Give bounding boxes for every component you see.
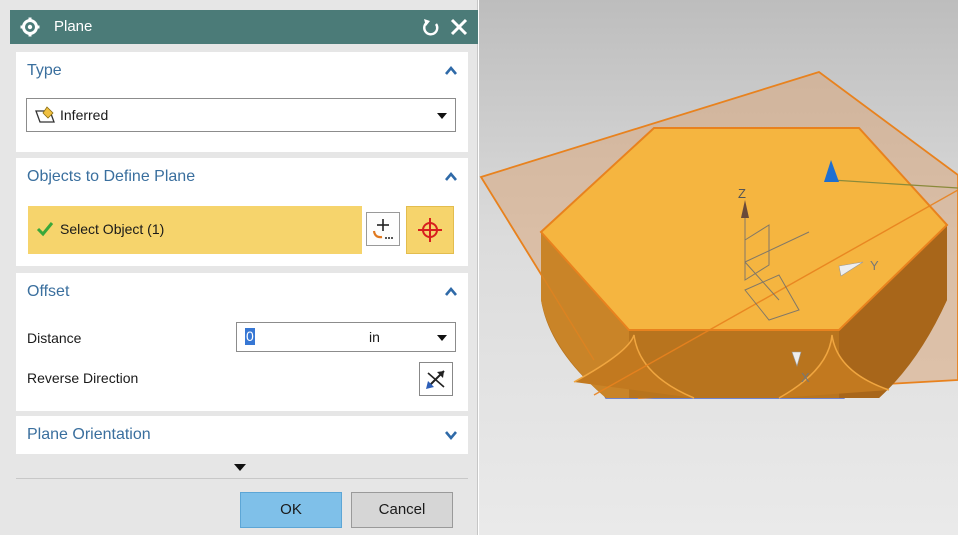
dropdown-arrow-icon[interactable] [437, 335, 447, 341]
dialog-title: Plane [54, 18, 93, 35]
close-icon[interactable] [448, 16, 470, 38]
objects-section-title: Objects to Define Plane [27, 168, 196, 185]
inferred-plane-icon [35, 106, 55, 123]
select-object-row[interactable]: Select Object (1) [28, 206, 362, 254]
checkmark-icon [36, 222, 54, 237]
plane-orientation-section[interactable]: Plane Orientation [16, 416, 468, 454]
distance-field[interactable]: 0 in [236, 322, 456, 352]
dialog-titlebar[interactable]: Plane [10, 10, 478, 44]
offset-section-title: Offset [27, 283, 70, 300]
chevron-up-icon[interactable] [444, 285, 458, 299]
plane-orientation-title: Plane Orientation [27, 426, 151, 443]
chevron-up-icon[interactable] [444, 64, 458, 78]
dropdown-arrow-icon[interactable] [437, 113, 447, 119]
distance-label: Distance [27, 330, 82, 346]
type-dropdown[interactable]: Inferred [26, 98, 456, 132]
select-object-label: Select Object (1) [60, 221, 165, 237]
divider [16, 478, 468, 479]
reverse-direction-label: Reverse Direction [27, 370, 139, 386]
crosshair-button[interactable] [406, 206, 454, 254]
distance-unit[interactable]: in [369, 329, 380, 345]
plus-icon [372, 219, 393, 239]
z-axis-label: Z [738, 186, 746, 201]
distance-value[interactable]: 0 [245, 328, 255, 345]
reverse-direction-icon [426, 370, 445, 389]
reset-icon[interactable] [420, 16, 442, 38]
objects-section-header[interactable]: Objects to Define Plane [16, 158, 468, 196]
add-object-button[interactable] [366, 212, 400, 246]
x-axis-label: X [801, 370, 810, 385]
reverse-direction-button[interactable] [419, 362, 453, 396]
type-section-title: Type [27, 62, 62, 79]
ok-button[interactable]: OK [240, 492, 342, 528]
type-section-header[interactable]: Type [16, 52, 468, 90]
cancel-button[interactable]: Cancel [351, 492, 453, 528]
type-section: Type Inferred [16, 52, 468, 152]
chevron-up-icon[interactable] [444, 170, 458, 184]
offset-section: Offset Distance 0 in Reverse Direction [16, 273, 468, 411]
y-axis-label: Y [870, 258, 879, 273]
more-options-arrow-icon[interactable] [234, 464, 246, 471]
plane-dialog: Plane Type Inferred Objects to Define Pl… [0, 0, 478, 535]
objects-section: Objects to Define Plane Select Object (1… [16, 158, 468, 266]
chevron-down-icon[interactable] [444, 428, 458, 442]
offset-section-header[interactable]: Offset [16, 273, 468, 311]
type-selected-value: Inferred [60, 107, 109, 123]
gear-icon [20, 17, 40, 37]
model-scene: Z Y X [479, 71, 958, 399]
crosshair-icon [418, 218, 442, 242]
plane-orientation-header[interactable]: Plane Orientation [16, 416, 468, 454]
graphics-viewport[interactable]: Z Y X [479, 0, 958, 535]
